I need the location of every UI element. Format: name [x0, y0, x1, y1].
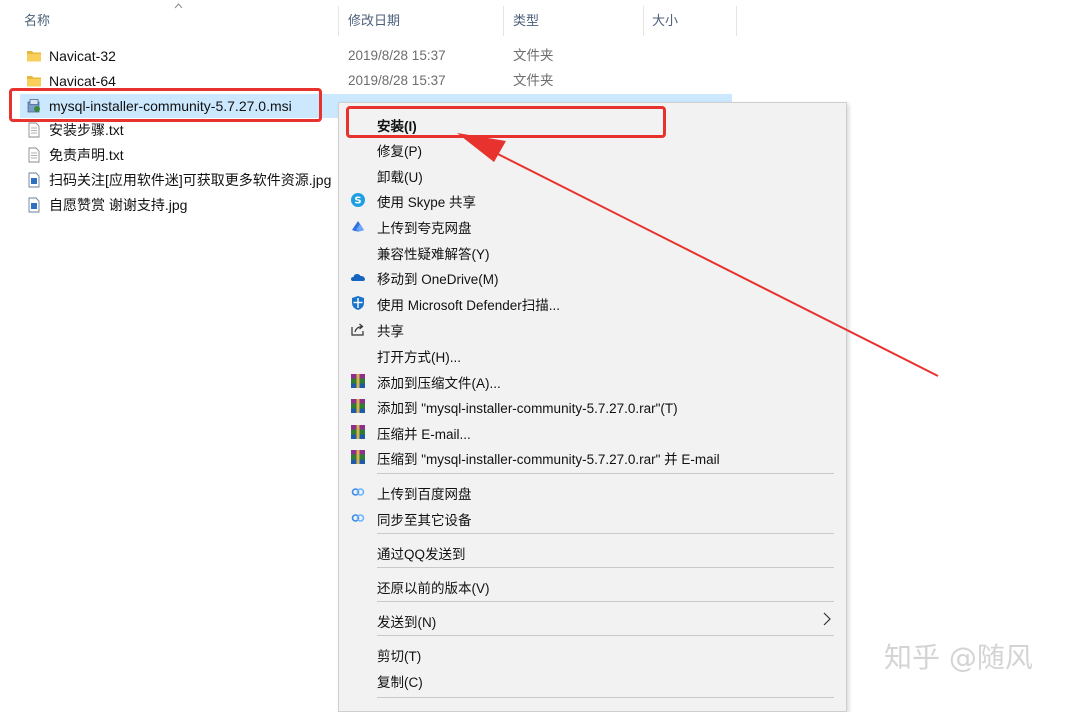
menu-item-label: 使用 Microsoft Defender扫描...: [377, 298, 561, 313]
annotation-box-install: [346, 106, 666, 138]
file-date: 2019/8/28 15:37: [348, 73, 446, 88]
context-menu: 安装(I) 修复(P) 卸载(U) S 使用 Skype 共享 上传到夸克网盘 …: [338, 102, 847, 712]
defender-shield-icon: [352, 296, 364, 310]
menu-separator: [377, 601, 834, 602]
file-name: Navicat-32: [49, 48, 116, 64]
menu-item-compress-email[interactable]: 压缩并 E-mail...: [339, 419, 846, 444]
file-type: 文件夹: [513, 48, 554, 63]
menu-item-add-to-archive[interactable]: 添加到压缩文件(A)...: [339, 368, 846, 393]
menu-item-label: 上传到百度网盘: [377, 487, 472, 502]
menu-item-restore-versions[interactable]: 还原以前的版本(V): [339, 573, 846, 598]
file-name: 扫码关注[应用软件迷]可获取更多软件资源.jpg: [49, 172, 332, 188]
watermark: 知乎 @随风: [884, 641, 1033, 674]
file-name: 免责声明.txt: [49, 147, 124, 163]
menu-item-label: 添加到压缩文件(A)...: [377, 376, 501, 391]
menu-item-skype-share[interactable]: S 使用 Skype 共享: [339, 187, 846, 212]
menu-item-label: 通过QQ发送到: [377, 547, 466, 562]
menu-item-share[interactable]: 共享: [339, 316, 846, 341]
winrar-icon: [351, 399, 365, 413]
menu-separator: [377, 473, 834, 474]
menu-item-add-to-rar[interactable]: 添加到 "mysql-installer-community-5.7.27.0.…: [339, 393, 846, 418]
menu-item-label: 剪切(T): [377, 649, 422, 664]
menu-item-label: 使用 Skype 共享: [377, 195, 477, 210]
menu-item-send-via-qq[interactable]: 通过QQ发送到: [339, 539, 846, 564]
image-file-icon: [28, 172, 40, 188]
winrar-icon: [351, 450, 365, 464]
column-name[interactable]: 名称: [24, 0, 50, 40]
menu-item-label: 添加到 "mysql-installer-community-5.7.27.0.…: [377, 401, 678, 416]
menu-item-baidu-upload[interactable]: 上传到百度网盘: [339, 479, 846, 504]
column-divider[interactable]: [503, 6, 504, 36]
share-icon: [351, 323, 364, 336]
menu-item-label: 打开方式(H)...: [377, 350, 461, 365]
menu-item-label: 压缩并 E-mail...: [377, 427, 471, 442]
file-name: 自愿赞赏 谢谢支持.jpg: [49, 197, 188, 213]
folder-icon: [27, 76, 41, 87]
annotation-box-msi: [9, 88, 322, 122]
menu-separator: [377, 697, 834, 698]
menu-item-label: 卸载(U): [377, 170, 423, 185]
column-divider[interactable]: [736, 6, 737, 36]
quark-cloud-icon: [352, 221, 364, 232]
menu-item-label: 共享: [377, 324, 404, 339]
menu-separator: [377, 567, 834, 568]
menu-item-repair[interactable]: 修复(P): [339, 136, 846, 161]
menu-item-compress-rar-email[interactable]: 压缩到 "mysql-installer-community-5.7.27.0.…: [339, 444, 846, 469]
menu-item-copy[interactable]: 复制(C): [339, 667, 846, 692]
menu-item-quark-upload[interactable]: 上传到夸克网盘: [339, 213, 846, 238]
menu-item-send-to[interactable]: 发送到(N): [339, 607, 846, 632]
menu-item-label: 还原以前的版本(V): [377, 581, 490, 596]
menu-item-move-onedrive[interactable]: 移动到 OneDrive(M): [339, 264, 846, 289]
column-header: 名称 修改日期 类型 大小: [0, 0, 740, 40]
chevron-right-icon: [823, 612, 831, 626]
baidu-netdisk-icon: [351, 514, 365, 522]
column-divider[interactable]: [643, 6, 644, 36]
menu-item-open-with[interactable]: 打开方式(H)...: [339, 342, 846, 367]
menu-item-label: 压缩到 "mysql-installer-community-5.7.27.0.…: [377, 452, 720, 467]
text-file-icon: [28, 122, 40, 138]
onedrive-icon: [351, 274, 365, 281]
menu-item-cut[interactable]: 剪切(T): [339, 641, 846, 666]
menu-separator: [377, 635, 834, 636]
menu-item-sync-devices[interactable]: 同步至其它设备: [339, 505, 846, 530]
svg-text:S: S: [354, 196, 361, 207]
column-modified[interactable]: 修改日期: [348, 0, 400, 40]
menu-item-uninstall[interactable]: 卸载(U): [339, 162, 846, 187]
menu-item-defender-scan[interactable]: 使用 Microsoft Defender扫描...: [339, 290, 846, 315]
menu-item-label: 修复(P): [377, 144, 422, 159]
file-type: 文件夹: [513, 73, 554, 88]
text-file-icon: [28, 147, 40, 163]
menu-item-label: 移动到 OneDrive(M): [377, 272, 499, 287]
menu-item-label: 发送到(N): [377, 615, 437, 630]
file-date: 2019/8/28 15:37: [348, 48, 446, 63]
menu-item-label: 复制(C): [377, 675, 423, 690]
column-divider[interactable]: [338, 6, 339, 36]
winrar-icon: [351, 425, 365, 439]
menu-item-label: 兼容性疑难解答(Y): [377, 247, 490, 262]
menu-item-compat-troubleshoot[interactable]: 兼容性疑难解答(Y): [339, 239, 846, 264]
menu-item-label: 上传到夸克网盘: [377, 221, 472, 236]
menu-separator: [377, 533, 834, 534]
column-size[interactable]: 大小: [652, 0, 678, 40]
sort-ascending-icon[interactable]: [174, 2, 183, 11]
baidu-netdisk-icon: [351, 488, 365, 496]
menu-item-label: 同步至其它设备: [377, 513, 472, 528]
folder-icon: [27, 51, 41, 62]
skype-icon: S: [351, 193, 365, 207]
winrar-icon: [351, 374, 365, 388]
column-type[interactable]: 类型: [513, 0, 539, 40]
image-file-icon: [28, 197, 40, 213]
